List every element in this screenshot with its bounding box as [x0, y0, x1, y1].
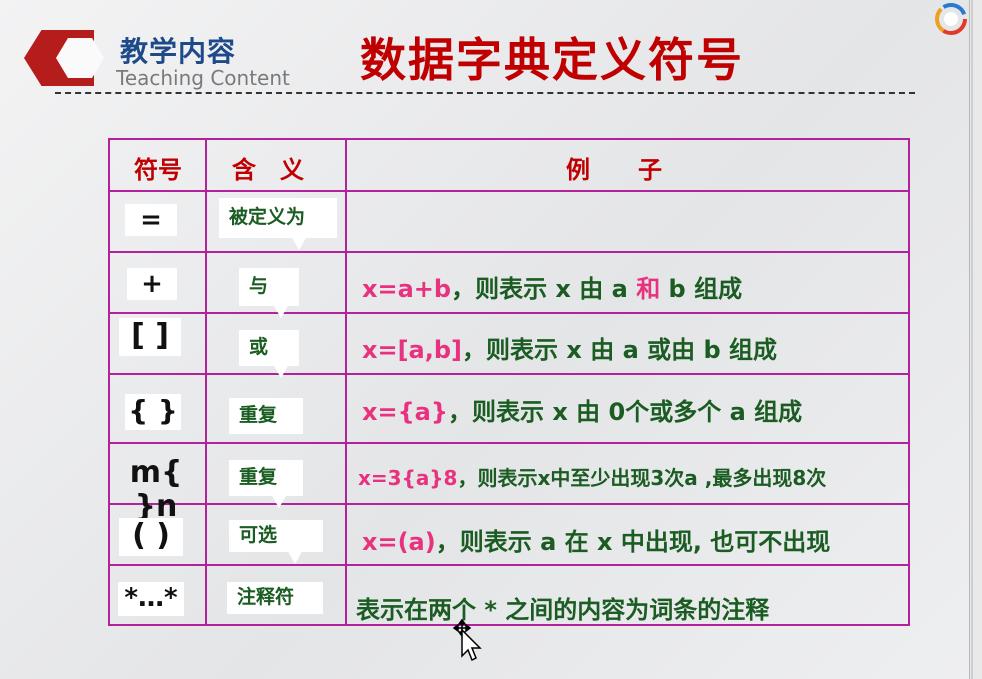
table-rule — [108, 442, 910, 444]
example-text: x={a}，则表示 x 由 0个或多个 a 组成 — [362, 392, 802, 427]
header-divider — [55, 92, 915, 94]
callout-tail — [287, 550, 303, 564]
app-logo-icon — [935, 3, 967, 35]
example-segment: ，则表示 x 由 a — [451, 275, 637, 303]
callout-tail — [291, 236, 307, 250]
meaning-callout: 注释符 — [227, 582, 323, 614]
example-text: x=[a,b]，则表示 x 由 a 或由 b 组成 — [362, 330, 777, 365]
symbol-cell: + — [127, 268, 177, 300]
table-rule — [108, 564, 910, 566]
table-rule — [205, 138, 207, 626]
section-label-cn: 教学内容 — [120, 35, 237, 68]
example-text: x=(a)，则表示 a 在 x 中出现, 也可不出现 — [362, 522, 830, 557]
example-segment: ，则表示 a 在 x 中出现, 也可不出现 — [435, 528, 831, 556]
table-rule — [345, 138, 347, 626]
meaning-callout: 重复 — [229, 460, 303, 496]
table-rule — [108, 312, 910, 314]
table-rule — [108, 190, 910, 192]
symbol-cell: [ ] — [119, 318, 181, 356]
callout-tail — [273, 304, 289, 318]
example-segment: ，则表示 x 由 a 或由 b 组成 — [462, 336, 778, 364]
table-rule — [108, 373, 910, 375]
example-text: 表示在两个 * 之间的内容为词条的注释 — [356, 590, 769, 625]
example-text: x=3{a}8，则表示x中至少出现3次a ,最多出现8次 — [358, 462, 826, 491]
mouse-cursor-icon — [452, 618, 482, 662]
example-segment: x=a+b — [362, 275, 452, 303]
example-text: x=a+b，则表示 x 由 a 和 b 组成 — [362, 269, 742, 304]
symbol-cell: { } — [125, 394, 181, 430]
symbol-cell: *…* — [118, 582, 184, 616]
table-rule — [108, 138, 910, 140]
example-segment: b 组成 — [660, 275, 743, 303]
table-rule — [108, 503, 910, 505]
callout-tail — [273, 364, 289, 378]
symbol-cell: m{ }n — [129, 455, 183, 524]
column-header-example: 例 子 — [566, 156, 662, 184]
symbol-table: 符号 含 义 例 子 = 被定义为 + 与 x=a+b，则表示 x 由 a 和 … — [108, 138, 910, 626]
meaning-callout: 被定义为 — [219, 198, 337, 238]
window-right-edge-line — [971, 0, 973, 679]
meaning-callout: 可选 — [229, 520, 323, 552]
table-rule — [908, 138, 910, 626]
table-rule — [108, 138, 110, 626]
symbol-cell: ( ) — [119, 518, 183, 556]
example-segment: 和 — [636, 275, 661, 303]
symbol-cell: = — [125, 204, 177, 236]
example-segment: x=3{a}8 — [358, 466, 458, 490]
meaning-callout: 与 — [239, 268, 299, 306]
example-segment: ，则表示x中至少出现3次a ,最多出现8次 — [457, 466, 827, 490]
example-segment: ，则表示 x 由 0个或多个 a 组成 — [447, 398, 803, 426]
example-segment: 表示在两个 * 之间的内容为词条的注释 — [356, 596, 770, 624]
column-header-symbol: 符号 — [134, 156, 182, 184]
table-rule — [108, 251, 910, 253]
example-segment: x=[a,b] — [362, 336, 463, 364]
meaning-callout: 重复 — [229, 398, 303, 434]
page-title: 数据字典定义符号 — [360, 33, 744, 87]
section-label-en: Teaching Content — [116, 66, 290, 90]
callout-tail — [271, 494, 287, 508]
meaning-callout: 或 — [239, 330, 299, 366]
example-segment: x=(a) — [362, 528, 436, 556]
example-segment: x={a} — [362, 398, 448, 426]
column-header-meaning: 含 义 — [232, 156, 304, 184]
